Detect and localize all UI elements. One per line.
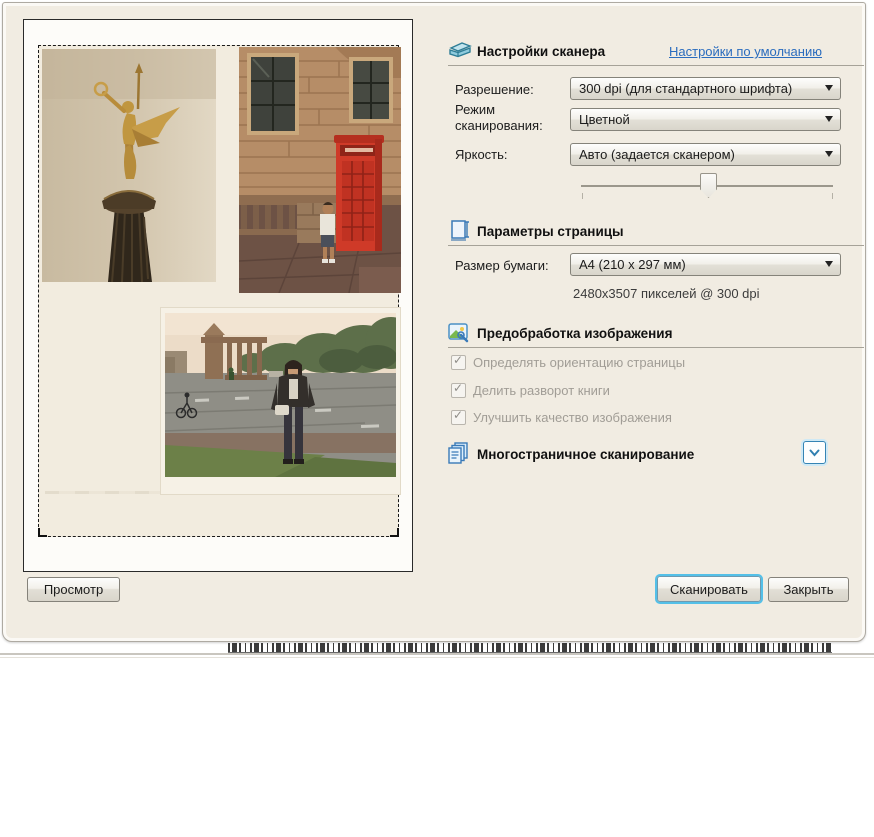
checkbox-label: Улучшить качество изображения bbox=[473, 410, 672, 425]
preprocessing-title: Предобработка изображения bbox=[477, 326, 673, 341]
resolution-combobox[interactable]: 300 dpi (для стандартного шрифта) bbox=[570, 77, 841, 100]
brightness-combobox[interactable]: Авто (задается сканером) bbox=[570, 143, 841, 166]
scan-dialog-screenshot: Настройки сканера Настройки по умолчанию… bbox=[0, 0, 874, 837]
scan-mode-combobox[interactable]: Цветной bbox=[570, 108, 841, 131]
paper-size-combobox[interactable]: A4 (210 x 297 мм) bbox=[570, 253, 841, 276]
scanning-dialog-window: Настройки сканера Настройки по умолчанию… bbox=[2, 2, 866, 642]
checkbox-label: Делить разворот книги bbox=[473, 383, 610, 398]
chevron-down-icon bbox=[825, 116, 833, 122]
close-button[interactable]: Закрыть bbox=[768, 577, 849, 602]
brightness-value: Авто (задается сканером) bbox=[579, 147, 735, 162]
scanner-icon bbox=[448, 39, 472, 64]
multipage-expander-button[interactable] bbox=[803, 441, 826, 464]
red-telephone-box-photo bbox=[239, 47, 401, 293]
chevron-down-icon bbox=[825, 261, 833, 267]
scan-button[interactable]: Сканировать bbox=[657, 576, 761, 602]
checkbox-improve-quality[interactable]: Улучшить качество изображения bbox=[451, 410, 672, 425]
brightness-slider-thumb[interactable] bbox=[700, 173, 717, 198]
pixel-dimensions-info: 2480x3507 пикселей @ 300 dpi bbox=[573, 286, 760, 301]
document-rule-line bbox=[0, 653, 874, 655]
chevron-down-icon bbox=[825, 151, 833, 157]
scan-preview-pane bbox=[23, 19, 413, 572]
scan-selection-region[interactable] bbox=[38, 45, 399, 537]
multipage-scanning-title: Многостраничное сканирование bbox=[477, 447, 694, 462]
page-settings-title: Параметры страницы bbox=[477, 224, 624, 239]
paper-size-value: A4 (210 x 297 мм) bbox=[579, 257, 686, 272]
image-preprocess-icon bbox=[448, 322, 470, 347]
section-divider bbox=[448, 65, 864, 66]
street-scene-photo bbox=[161, 308, 400, 494]
section-divider bbox=[448, 245, 864, 246]
checkbox-detect-orientation[interactable]: Определять ориентацию страницы bbox=[451, 355, 685, 370]
chevron-down-icon bbox=[809, 449, 820, 457]
slider-tick-right bbox=[832, 193, 833, 199]
victory-column-statue-photo bbox=[42, 49, 216, 282]
scan-mode-label: Режим сканирования: bbox=[455, 102, 559, 134]
check-icon bbox=[451, 383, 466, 398]
section-divider bbox=[448, 347, 864, 348]
scan-mode-value: Цветной bbox=[579, 112, 630, 127]
chevron-down-icon bbox=[825, 85, 833, 91]
clipped-caption-text bbox=[228, 643, 832, 653]
page-size-icon bbox=[449, 219, 471, 246]
check-icon bbox=[451, 355, 466, 370]
checkbox-split-spread[interactable]: Делить разворот книги bbox=[451, 383, 610, 398]
slider-tick-left bbox=[582, 193, 583, 199]
multipage-icon bbox=[447, 441, 471, 468]
resolution-value: 300 dpi (для стандартного шрифта) bbox=[579, 81, 792, 96]
checkbox-label: Определять ориентацию страницы bbox=[473, 355, 685, 370]
brightness-label: Яркость: bbox=[455, 147, 508, 162]
resolution-label: Разрешение: bbox=[455, 82, 534, 97]
default-settings-link[interactable]: Настройки по умолчанию bbox=[669, 44, 822, 59]
check-icon bbox=[451, 410, 466, 425]
preview-button[interactable]: Просмотр bbox=[27, 577, 120, 602]
scanner-settings-title: Настройки сканера bbox=[477, 44, 605, 59]
document-rule-line-2 bbox=[0, 657, 874, 658]
paper-size-label: Размер бумаги: bbox=[455, 258, 549, 273]
